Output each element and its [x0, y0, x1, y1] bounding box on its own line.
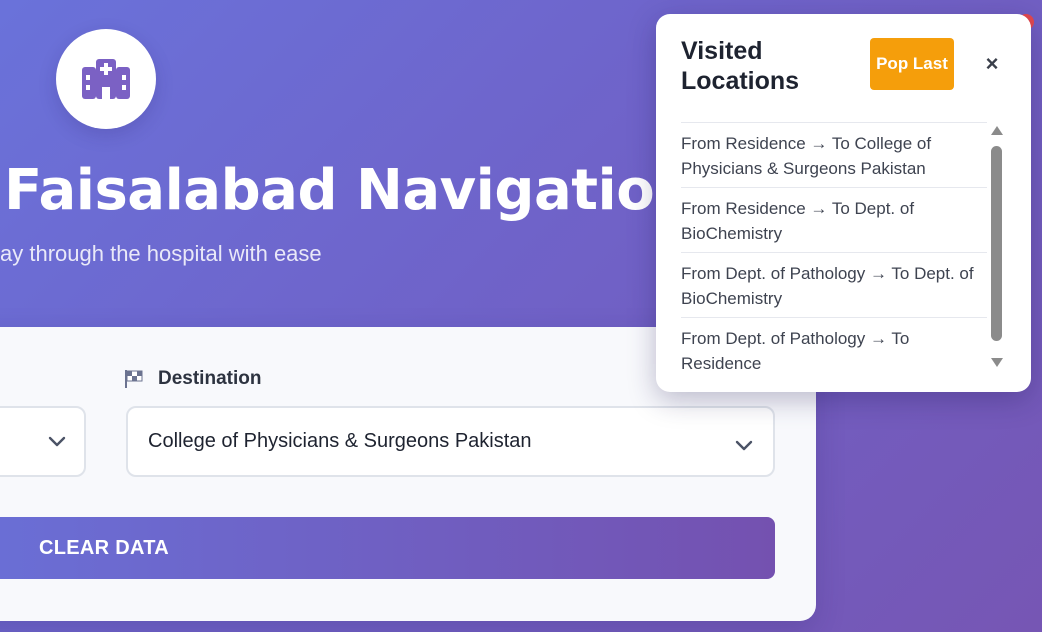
scroll-up-arrow-icon[interactable] — [991, 126, 1003, 135]
page-subtitle: ay through the hospital with ease — [0, 241, 322, 266]
scroll-down-arrow-icon[interactable] — [991, 358, 1003, 367]
chevron-down-icon — [48, 435, 66, 453]
destination-label: Destination — [124, 368, 261, 390]
checkered-flag-icon — [125, 370, 143, 388]
app-logo — [56, 29, 156, 129]
chevron-down-icon — [735, 435, 753, 458]
page-title: Faisalabad Navigation — [4, 158, 694, 223]
panel-title: Visited Locations — [681, 37, 800, 95]
scroll-thumb[interactable] — [991, 146, 1002, 341]
list-scrollbar[interactable] — [990, 126, 1004, 372]
destination-value: College of Physicians & Surgeons Pakista… — [148, 430, 532, 452]
visited-locations-panel: Visited Locations Pop Last × From Reside… — [656, 14, 1031, 392]
pop-last-button[interactable]: Pop Last — [870, 38, 954, 90]
list-item[interactable]: From Dept. of Pathology → To Residence — [681, 318, 987, 380]
destination-label-text: Destination — [158, 368, 262, 389]
list-item[interactable]: From Residence → To Dept. of BioChemistr… — [681, 188, 987, 253]
clear-data-button[interactable]: CLEAR DATA — [0, 517, 775, 579]
list-item[interactable]: From Dept. of Pathology → To Dept. of Bi… — [681, 253, 987, 318]
destination-select[interactable]: College of Physicians & Surgeons Pakista… — [126, 406, 775, 477]
close-icon[interactable]: × — [982, 51, 1002, 76]
hospital-icon — [82, 59, 130, 99]
visited-list[interactable]: From Residence → To College of Physician… — [681, 122, 987, 380]
source-select[interactable] — [0, 406, 86, 477]
list-item[interactable]: From Residence → To College of Physician… — [681, 123, 987, 188]
